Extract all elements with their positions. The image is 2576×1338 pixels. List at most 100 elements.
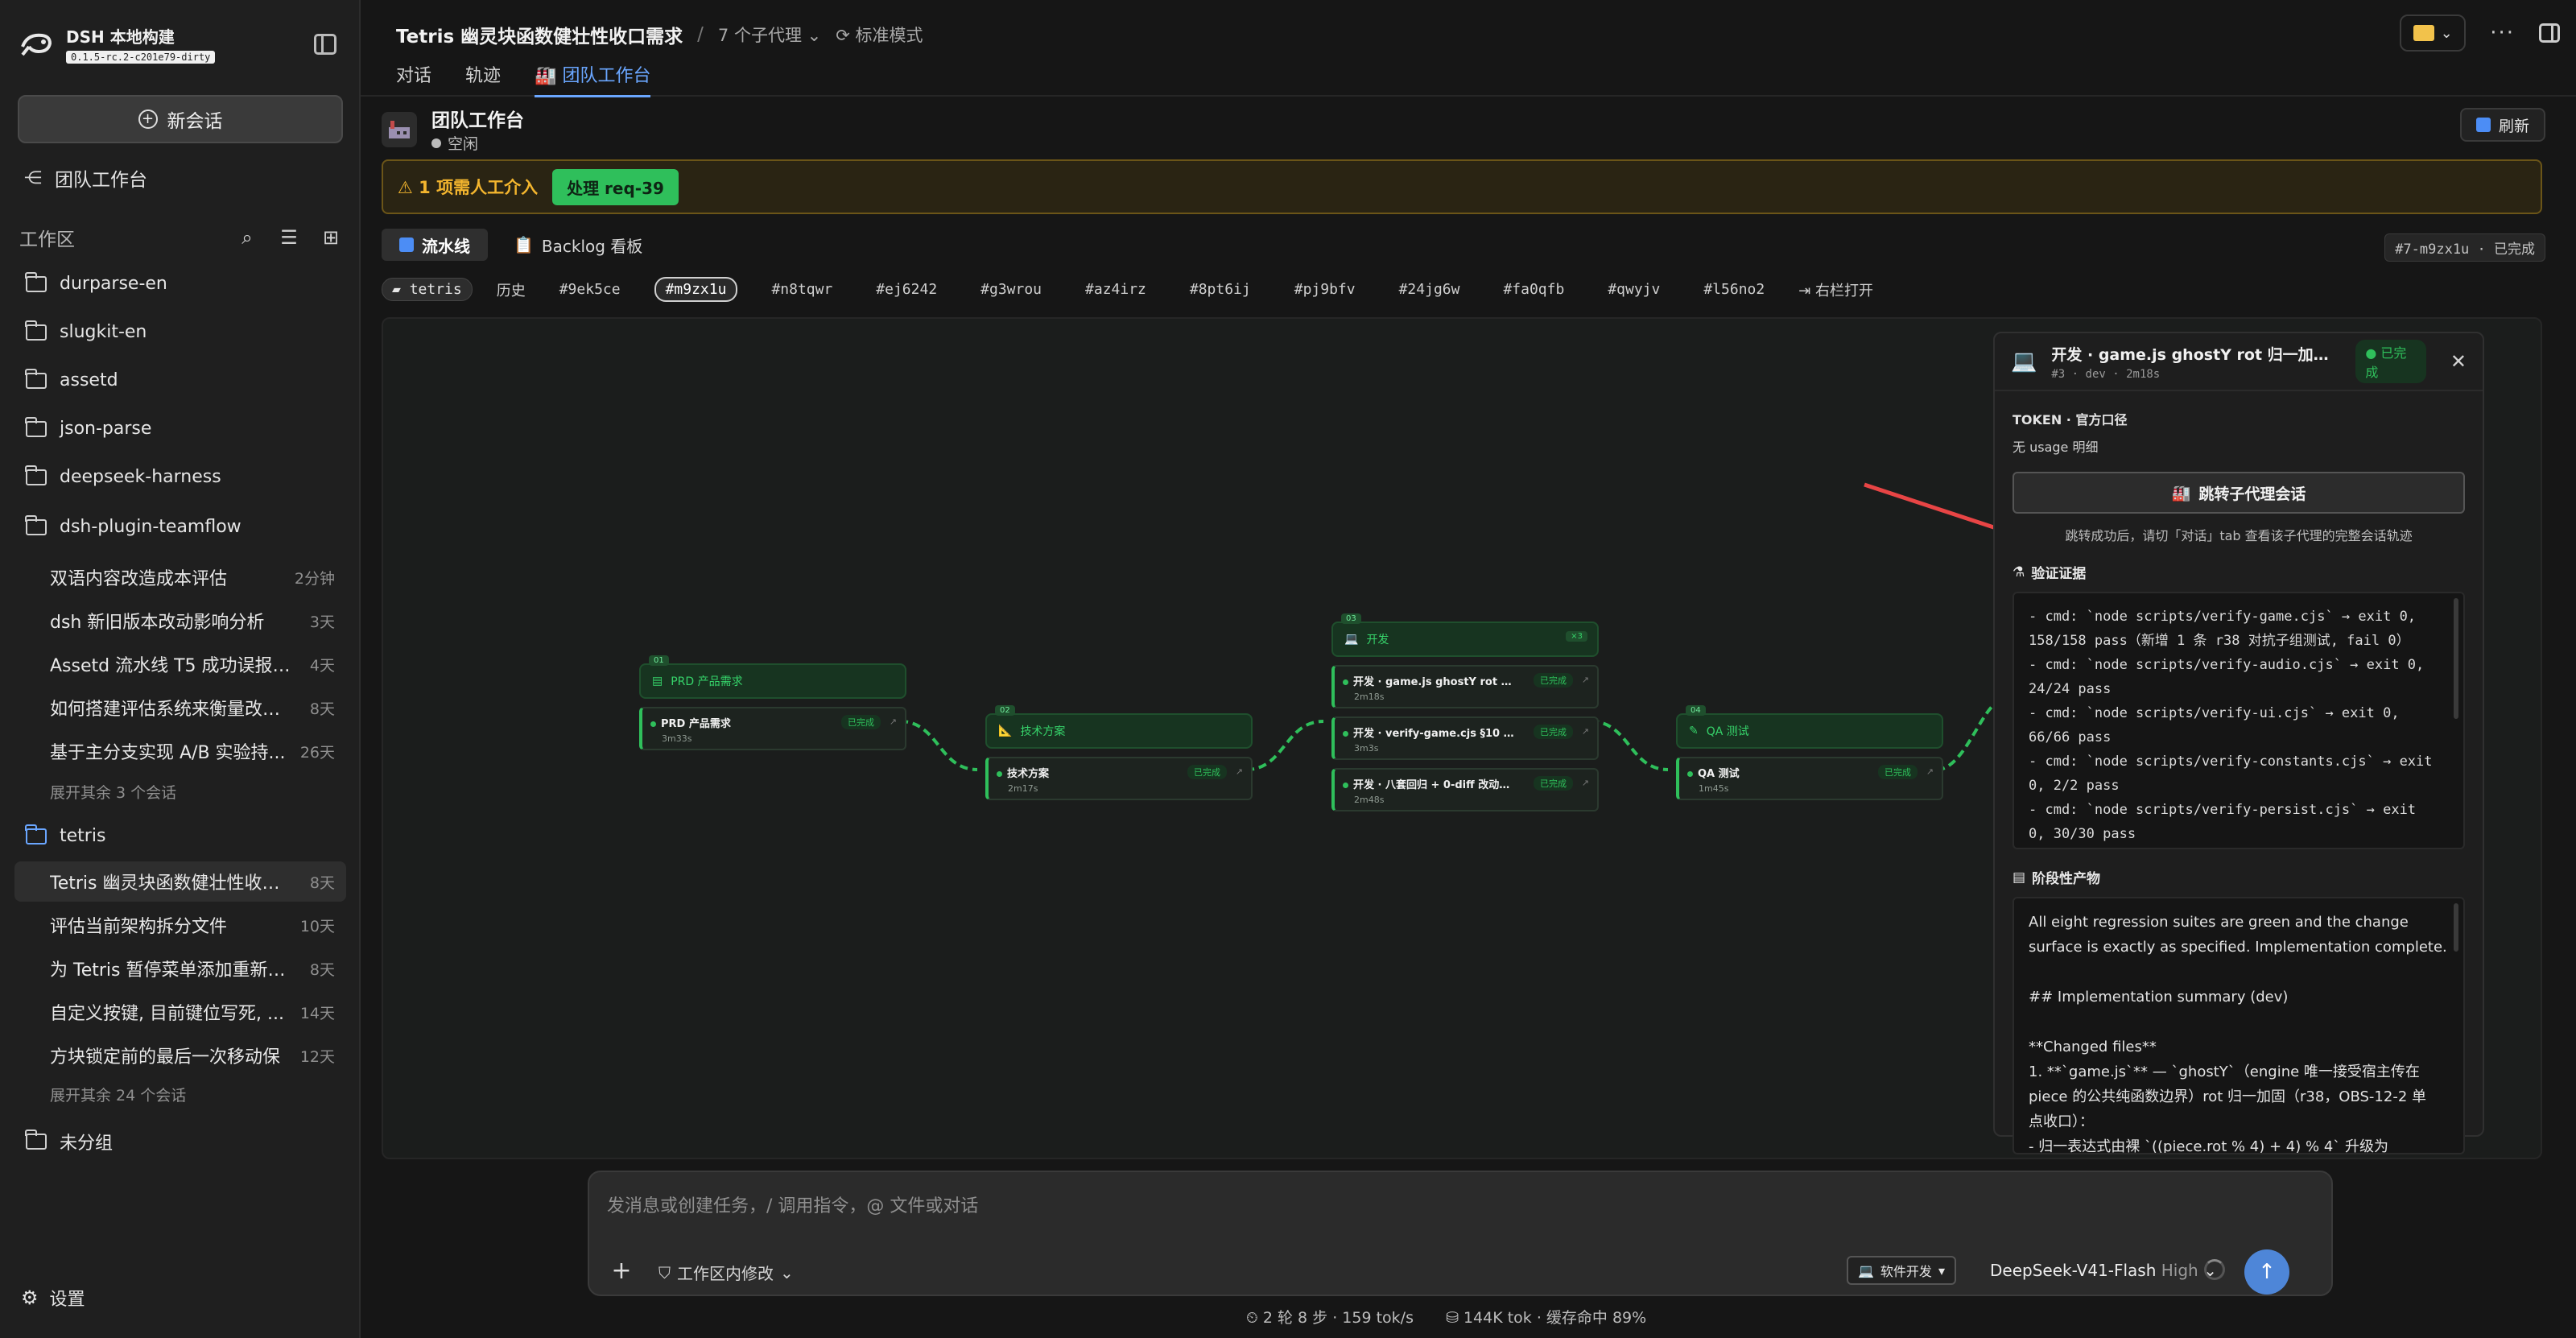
tab-chat[interactable]: 对话: [396, 61, 431, 97]
tab-pipeline[interactable]: 流水线: [382, 229, 488, 261]
session-item[interactable]: dsh 新旧版本改动影响分析 3天: [14, 601, 346, 641]
session-item[interactable]: 方块锁定前的最后一次移动保 12天: [14, 1035, 346, 1076]
new-chat-button[interactable]: + 新会话: [18, 95, 343, 143]
steps-label: 2 轮 8 步 · 159 tok/s: [1262, 1309, 1414, 1327]
task-card[interactable]: PRD 产品需求 3m33s 已完成 ↗: [639, 707, 906, 750]
history-label[interactable]: 历史: [497, 279, 526, 300]
jump-subagent-button[interactable]: 🏭 跳转子代理会话: [2013, 472, 2465, 514]
run-chip[interactable]: #qwyjv: [1598, 279, 1670, 300]
stage-name: 开发: [1366, 634, 1389, 646]
filter-icon[interactable]: ☰: [279, 227, 299, 248]
expand-more-sessions[interactable]: 展开其余 3 个会话: [50, 781, 176, 803]
tab-label: 流水线: [422, 236, 470, 256]
new-folder-icon[interactable]: ⊞: [320, 227, 341, 248]
open-external-icon[interactable]: ↗: [890, 716, 897, 727]
alert-text: ⚠ 1 项需人工介入: [398, 178, 539, 197]
open-external-icon[interactable]: ↗: [1582, 778, 1589, 788]
sidebar-toggle-icon[interactable]: [314, 34, 336, 55]
session-item[interactable]: 自定义按键, 目前键位写死, ... 14天: [14, 992, 346, 1032]
evidence-line: - cmd: `node scripts/verify-persist.cjs`…: [2029, 802, 2417, 818]
handle-request-button[interactable]: 处理 req-39: [552, 168, 679, 205]
team-workspace-nav[interactable]: ⋲ 团队工作台: [24, 164, 147, 192]
workspace-name: 团队工作台: [431, 110, 524, 131]
chevron-down-icon: ⌄: [780, 1262, 794, 1282]
project-chip[interactable]: ▰ tetris: [382, 278, 473, 301]
scrollbar[interactable]: [2454, 598, 2458, 719]
session-item[interactable]: 如何搭建评估系统来衡量改动... 8天: [14, 688, 346, 728]
run-chip[interactable]: #9ek5ce: [550, 279, 630, 300]
session-item[interactable]: 为 Tetris 暂停菜单添加重新开... 8天: [14, 948, 346, 989]
scrollbar[interactable]: [2454, 903, 2458, 952]
evidence-line: 0, 2/2 pass: [2029, 778, 2120, 794]
folder-slugkit-en[interactable]: slugkit-en: [25, 320, 147, 342]
folder-picker-button[interactable]: ⌄: [2400, 14, 2467, 52]
folder-icon: [2413, 25, 2434, 41]
task-card[interactable]: 开发 · game.js ghostY rot 归一... 2m18s 已完成 ↗: [1331, 665, 1599, 708]
open-right-panel[interactable]: ⇥ 右栏打开: [1798, 279, 1873, 300]
run-chip[interactable]: #24jg6w: [1389, 279, 1470, 300]
expand-more-sessions[interactable]: 展开其余 24 个会话: [50, 1084, 186, 1105]
evidence-box[interactable]: - cmd: `node scripts/verify-game.cjs` → …: [2013, 592, 2465, 849]
artifact-box[interactable]: All eight regression suites are green an…: [2013, 897, 2465, 1154]
model-selector[interactable]: DeepSeek-V41-Flash High ⌄: [1990, 1261, 2217, 1280]
task-card[interactable]: 开发 · 八套回归 + 0-diff 改动面... 2m48s 已完成 ↗: [1331, 768, 1599, 811]
folder-label: slugkit-en: [60, 322, 147, 342]
subagents-dropdown[interactable]: 7 个子代理 ⌄: [718, 23, 821, 47]
run-chip[interactable]: #pj9bfv: [1285, 279, 1365, 300]
tab-backlog[interactable]: 📋 Backlog 看板: [496, 229, 660, 261]
open-external-icon[interactable]: ↗: [1582, 675, 1589, 685]
more-icon[interactable]: ···: [2490, 21, 2515, 45]
composer: 发消息或创建任务，/ 调用指令，@ 文件或对话 + ⛉ 工作区内修改 ⌄ 💻 软件开发…: [588, 1171, 2333, 1296]
send-button[interactable]: ↑: [2244, 1249, 2289, 1295]
folder-dsh-plugin-teamflow[interactable]: dsh-plugin-teamflow: [25, 514, 242, 537]
mode-indicator[interactable]: ⟳ 标准模式: [836, 23, 923, 47]
run-chip[interactable]: #ej6242: [866, 279, 947, 300]
session-age: 8天: [309, 700, 335, 718]
open-external-icon[interactable]: ↗: [1926, 766, 1934, 777]
session-item-active[interactable]: Tetris 幽灵块函数健壮性收口... 8天: [14, 861, 346, 902]
right-panel-toggle-icon[interactable]: [2539, 23, 2560, 43]
refresh-button[interactable]: 刷新: [2459, 108, 2545, 142]
attach-plus-icon[interactable]: +: [604, 1253, 639, 1288]
session-item[interactable]: 基于主分支实现 A/B 实验持... 26天: [14, 731, 346, 771]
run-chip[interactable]: #az4irz: [1075, 279, 1156, 300]
folder-ungrouped[interactable]: 未分组: [25, 1129, 113, 1154]
stage-header[interactable]: 03 💻 开发 ×3: [1331, 613, 1599, 657]
stage-header[interactable]: 04 ✎ QA 测试: [1676, 705, 1943, 749]
tab-team-workspace[interactable]: 🏭 团队工作台: [535, 61, 651, 97]
open-external-icon[interactable]: ↗: [1582, 726, 1589, 737]
pipeline-canvas[interactable]: 01 ▤ PRD 产品需求 PRD 产品需求 3m33s 已完成 ↗ 02 📐 技术方案 技术…: [382, 317, 2542, 1159]
status-badge: 已完成: [1534, 776, 1573, 791]
session-item[interactable]: 评估当前架构拆分文件 10天: [14, 905, 346, 945]
task-card[interactable]: QA 测试 1m45s 已完成 ↗: [1676, 757, 1943, 800]
session-item[interactable]: 双语内容改造成本评估 2分钟: [14, 557, 346, 597]
artifact-line: 点收口）：: [2029, 1113, 2094, 1130]
jump-hint: 跳转成功后，请切「对话」tab 查看该子代理的完整会话轨迹: [2065, 528, 2413, 543]
mode-selector[interactable]: 💻 软件开发 ▾: [1847, 1256, 1956, 1285]
run-chip-selected[interactable]: #m9zx1u: [654, 277, 738, 302]
stage-header[interactable]: 01 ▤ PRD 产品需求: [639, 655, 906, 699]
tab-label: 团队工作台: [562, 66, 651, 86]
settings-button[interactable]: ⚙ 设置: [21, 1285, 85, 1311]
folder-durparse-en[interactable]: durparse-en: [25, 271, 167, 294]
tab-trace[interactable]: 轨迹: [465, 61, 501, 97]
run-chip[interactable]: #8pt6ij: [1180, 279, 1261, 300]
scope-selector[interactable]: ⛉ 工作区内修改 ⌄: [658, 1261, 794, 1284]
message-input[interactable]: 发消息或创建任务，/ 调用指令，@ 文件或对话: [607, 1191, 978, 1217]
folder-assetd[interactable]: assetd: [25, 368, 118, 390]
run-chip[interactable]: #n8tqwr: [762, 279, 842, 300]
folder-json-parse[interactable]: json-parse: [25, 416, 151, 439]
task-card[interactable]: 技术方案 2m17s 已完成 ↗: [985, 757, 1253, 800]
run-chip[interactable]: #l56no2: [1694, 279, 1774, 300]
run-chip[interactable]: #fa0qfb: [1493, 279, 1574, 300]
task-card[interactable]: 开发 · verify-game.cjs §10 追加 r... 3m3s 已完成 ↗: [1331, 716, 1599, 760]
open-external-icon[interactable]: ↗: [1236, 766, 1243, 777]
run-chip[interactable]: #g3wrou: [971, 279, 1051, 300]
folder-deepseek-harness[interactable]: deepseek-harness: [25, 465, 221, 487]
stage-header[interactable]: 02 📐 技术方案: [985, 705, 1253, 749]
close-icon[interactable]: ✕: [2450, 350, 2467, 373]
subagents-label: 7 个子代理: [717, 26, 802, 45]
session-item[interactable]: Assetd 流水线 T5 成功误报失败 4天: [14, 644, 346, 684]
folder-tetris[interactable]: tetris: [25, 824, 105, 846]
search-icon[interactable]: ⌕: [237, 227, 258, 248]
